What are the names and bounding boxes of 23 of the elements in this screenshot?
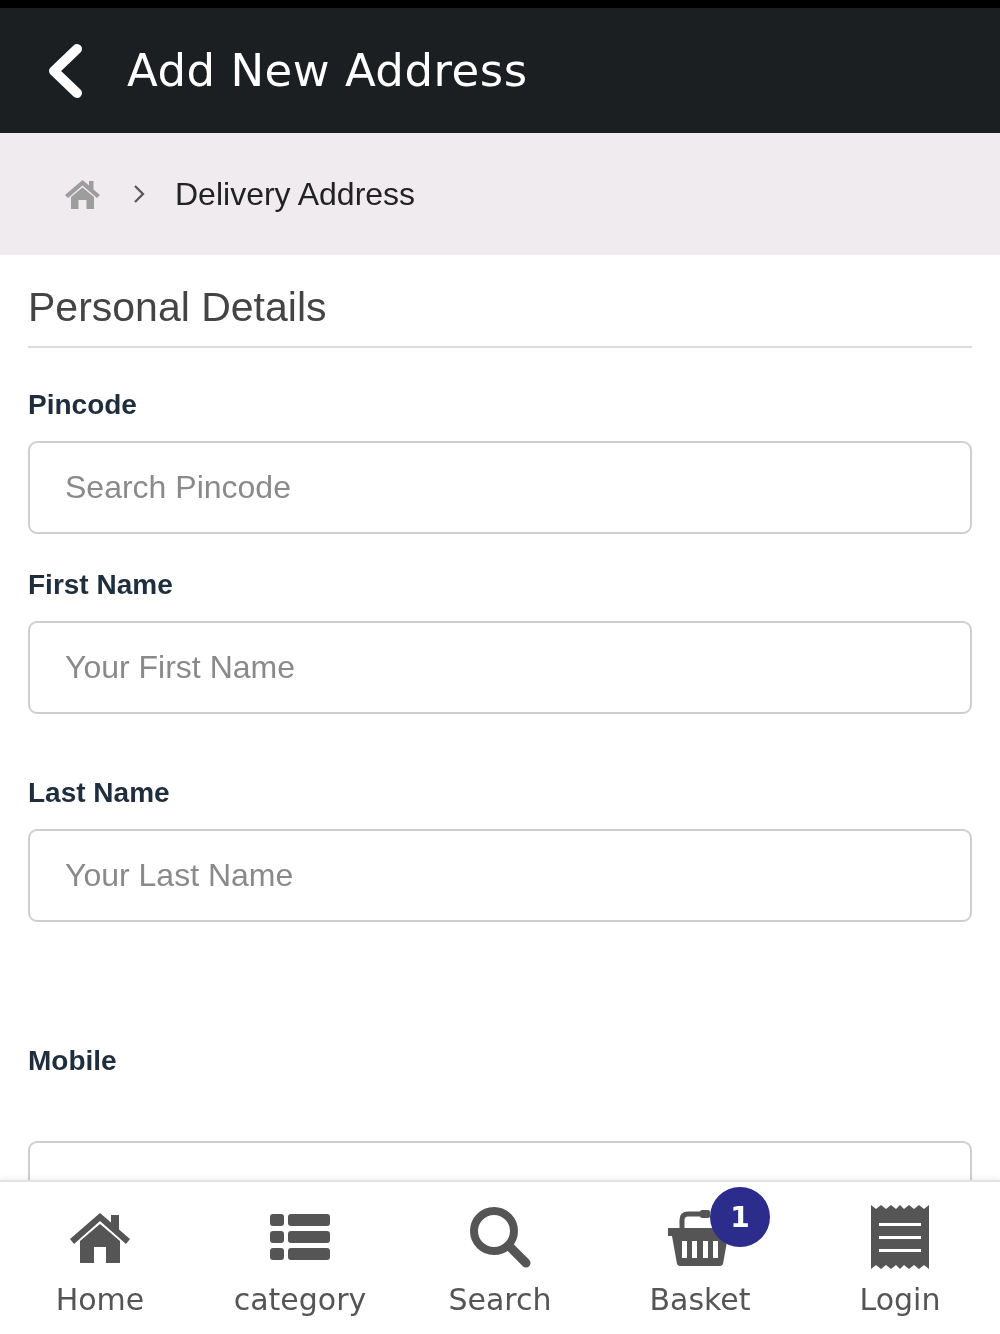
search-icon [469,1206,531,1268]
home-icon[interactable] [65,179,100,209]
field-label: First Name [28,568,173,602]
input-field[interactable]: Your First Name [28,621,972,714]
nav-item[interactable]: Search [400,1182,600,1334]
field-label: Pincode [28,388,137,422]
field-label: Mobile [28,1044,117,1078]
home-icon [69,1211,131,1263]
field-label: Last Name [28,776,170,810]
list-icon [270,1214,330,1260]
breadcrumb-current: Delivery Address [175,175,416,213]
count-badge: 1 [710,1187,770,1247]
page-title: Add New Address [127,44,528,97]
nav-item[interactable]: category [200,1182,400,1334]
section-title: Personal Details [28,283,327,331]
input-field[interactable]: Your Last Name [28,829,972,922]
chevron-icon [133,184,145,204]
nav-item[interactable]: Login [800,1182,1000,1334]
nav-item[interactable]: Home [0,1182,200,1334]
input-field[interactable]: Search Pincode [28,441,972,534]
input-field[interactable] [28,1141,972,1180]
receipt-icon [871,1205,929,1269]
nav-item[interactable]: Basket 1 [600,1182,800,1334]
